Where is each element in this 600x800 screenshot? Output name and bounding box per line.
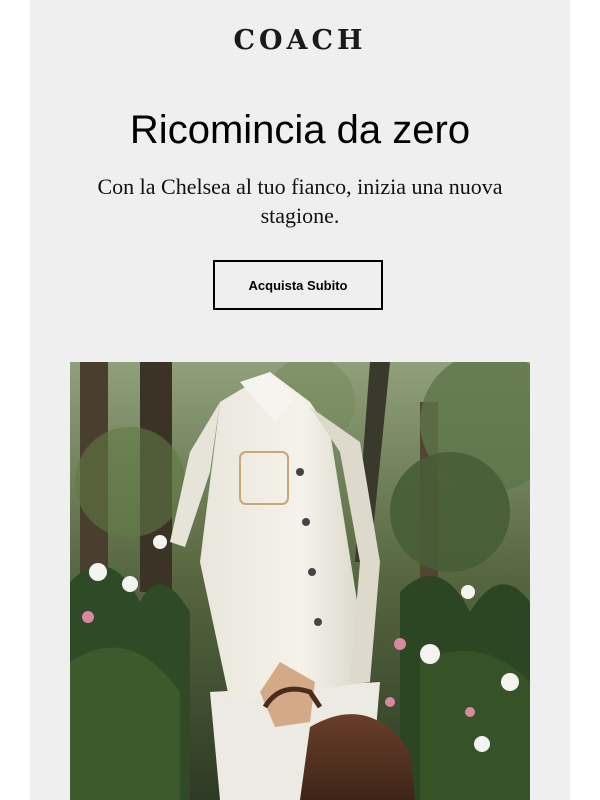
brand-logo[interactable]: COACH (30, 27, 570, 54)
subheadline: Con la Chelsea al tuo fianco, inizia una… (97, 174, 503, 228)
email-body: COACH Ricomincia da zero Con la Chelsea … (30, 0, 570, 800)
headline: Ricomincia da zero (129, 108, 471, 152)
shop-now-button[interactable]: Acquista Subito (213, 260, 383, 310)
hero-photo-illustration (70, 362, 530, 800)
hero-image[interactable] (70, 362, 530, 800)
page: COACH Ricomincia da zero Con la Chelsea … (0, 0, 600, 800)
